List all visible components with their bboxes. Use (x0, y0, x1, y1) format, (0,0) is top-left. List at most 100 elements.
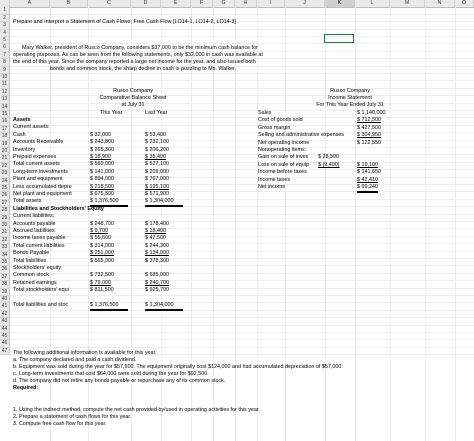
row-header[interactable]: 4 (0, 29, 10, 37)
row-header[interactable]: 27 (0, 199, 10, 208)
bs-line-last-value: $ 53,400 (145, 131, 166, 138)
column-header-k[interactable]: K (325, 0, 355, 7)
additional-line-2: a. The company declared and paid a cash … (13, 357, 137, 363)
active-cell-k4[interactable] (324, 34, 354, 43)
bs-line-this-value: $ 9,700 (90, 228, 108, 234)
row-header[interactable]: 23 (0, 170, 10, 178)
column-header-o[interactable]: O (455, 0, 474, 7)
grid-row (10, 155, 474, 163)
bs-line-this-value: $ 675,500 (90, 191, 114, 197)
row-header[interactable]: 6 (0, 44, 10, 52)
row-header[interactable]: 37 (0, 273, 10, 282)
additional-line-5: d. The company did not retire any bonds … (13, 378, 226, 384)
bs-line-this-value: $ 1,376,500 (90, 302, 128, 311)
row-header[interactable]: 45 (0, 333, 10, 341)
column-header-d[interactable]: D (131, 0, 161, 7)
is-title: Income Statement (328, 95, 372, 101)
grid-row (10, 333, 474, 341)
bs-line-label: Cash (13, 131, 26, 138)
row-header[interactable]: 38 (0, 281, 10, 289)
row-header[interactable]: 33 (0, 244, 10, 252)
row-header[interactable]: 7 (0, 51, 10, 60)
bs-line-label: Less accumulated depre (13, 183, 72, 190)
row-header[interactable]: 30 (0, 222, 10, 230)
column-header-b[interactable]: B (50, 0, 88, 7)
row-header[interactable]: 34 (0, 251, 10, 259)
bs-line-label: Stockholders' equity: (13, 265, 63, 271)
row-header[interactable]: 36 (0, 266, 10, 274)
column-header-j[interactable]: J (285, 0, 325, 7)
row-header[interactable]: 40 (0, 296, 10, 304)
bs-line-label: Total liabilities and stoc (13, 302, 69, 308)
row-header[interactable]: 42 (0, 310, 10, 319)
grid-row (10, 289, 474, 296)
intro-line-1: Mary Walker, president of Rusco Company,… (22, 45, 258, 51)
is-line-mid-value: $ (9,400) (318, 161, 340, 168)
column-header-g[interactable]: G (213, 0, 235, 7)
row-header[interactable]: 19 (0, 140, 10, 148)
row-header[interactable]: 29 (0, 214, 10, 222)
row-header[interactable]: 35 (0, 259, 10, 267)
grid-row (10, 30, 474, 37)
additional-line-4: c. Long-term investments that cost $64,0… (13, 371, 209, 377)
column-header-e[interactable]: E (161, 0, 191, 7)
row-header[interactable]: 47 (0, 347, 10, 356)
additional-line-1: The following additional information is … (13, 350, 157, 356)
row-header[interactable]: 39 (0, 288, 10, 296)
row-header[interactable]: 43 (0, 318, 10, 326)
row-header[interactable]: 5 (0, 37, 10, 45)
row-header[interactable]: 20 (0, 148, 10, 156)
row-header[interactable]: 17 (0, 125, 10, 134)
is-line-value: $ 19,100 (357, 161, 378, 168)
column-header-i[interactable]: I (257, 0, 285, 7)
bs-company: Rusco Company (113, 88, 153, 94)
bs-col-last-year: Last Year (145, 110, 168, 116)
column-header-m[interactable]: M (390, 0, 425, 7)
column-header-a[interactable]: A (10, 0, 50, 7)
row-header[interactable]: 12 (0, 88, 10, 97)
row-header[interactable]: 32 (0, 236, 10, 245)
row-header[interactable]: 2 (0, 14, 10, 23)
bs-line-this-value: $ 265,300 (90, 146, 114, 153)
column-header-f[interactable]: F (191, 0, 213, 7)
bs-line-last-value: $ 378,300 (145, 257, 169, 264)
column-header-h[interactable]: H (235, 0, 257, 7)
row-header[interactable]: 16 (0, 118, 10, 126)
row-header[interactable]: 41 (0, 303, 10, 311)
bs-line-this-value: $ 32,000 (90, 131, 111, 138)
bs-line-label: Accounts payable (13, 220, 56, 227)
column-header-n[interactable]: N (425, 0, 455, 7)
row-header[interactable]: 10 (0, 74, 10, 82)
grid-row (10, 185, 474, 193)
row-header[interactable]: 9 (0, 66, 10, 74)
row-header[interactable]: 3 (0, 22, 10, 30)
row-header[interactable]: 15 (0, 111, 10, 119)
grid-row (10, 141, 474, 148)
row-header[interactable]: 24 (0, 177, 10, 185)
row-header[interactable]: 22 (0, 162, 10, 171)
row-header[interactable]: 28 (0, 207, 10, 215)
row-header[interactable]: 14 (0, 103, 10, 111)
row-header[interactable]: 8 (0, 59, 10, 67)
row-header[interactable]: 25 (0, 185, 10, 193)
column-header-l[interactable]: L (355, 0, 390, 7)
required-label: Required: (13, 385, 39, 391)
select-all-corner[interactable] (0, 0, 10, 7)
bs-line-last-value: $ 1,304,000 (145, 198, 183, 208)
row-header[interactable]: 21 (0, 155, 10, 163)
required-line-1: 1. Using the indirect method, compute th… (13, 407, 260, 413)
grid-row (10, 229, 474, 237)
row-header[interactable]: 31 (0, 229, 10, 237)
column-header-c[interactable]: C (88, 0, 131, 7)
row-header[interactable]: 13 (0, 96, 10, 104)
row-header[interactable]: 46 (0, 340, 10, 348)
row-header[interactable]: 26 (0, 192, 10, 200)
bs-line-label: Total stockholders' equi (13, 287, 69, 294)
row-header[interactable]: 1 (0, 7, 10, 15)
row-header[interactable]: 11 (0, 81, 10, 89)
grid-row (10, 178, 474, 185)
row-header[interactable]: 44 (0, 325, 10, 333)
row-header[interactable]: 18 (0, 133, 10, 141)
is-line-value: $ 1,140,000 (357, 110, 386, 116)
grid-row (10, 163, 474, 171)
